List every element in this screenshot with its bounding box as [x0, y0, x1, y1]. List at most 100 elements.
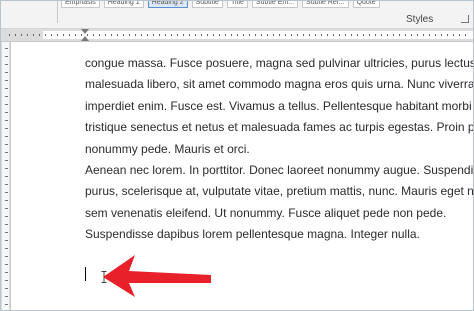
- document-line: purus, scelerisque at, vulputate vitae, …: [85, 184, 474, 199]
- ruler-tick: [69, 34, 70, 36]
- ruler-tick: [5, 200, 8, 201]
- ruler-tick: [309, 34, 310, 36]
- ruler-tick: [45, 34, 46, 36]
- ruler-tick: [5, 304, 8, 305]
- style-gallery-item[interactable]: Emphasis: [61, 1, 100, 8]
- ruler-tick: [291, 34, 292, 36]
- ruler-tick: [5, 248, 8, 249]
- style-gallery-item[interactable]: Subtle Ref...: [302, 1, 349, 8]
- ruler-tick: [159, 34, 160, 36]
- style-gallery-item[interactable]: Subtitle: [191, 1, 223, 8]
- first-line-indent-marker[interactable]: [81, 29, 89, 34]
- ruler-tick: [5, 120, 8, 121]
- ruler-tick: [201, 34, 202, 36]
- style-gallery-item[interactable]: Heading 1: [103, 1, 144, 8]
- ruler-tick: [51, 34, 52, 36]
- hanging-indent-marker[interactable]: [81, 36, 89, 41]
- ruler-tick: [5, 280, 8, 281]
- style-gallery-item[interactable]: Title: [226, 1, 248, 8]
- red-arrow-annotation-icon: [103, 255, 211, 297]
- ruler-tick: [5, 96, 8, 97]
- style-gallery-item[interactable]: Subtle Em...: [251, 1, 299, 8]
- ruler-tick: [351, 34, 352, 36]
- ruler-tick: [75, 34, 76, 36]
- document-body[interactable]: congue massa. Fusce posuere, magna sed p…: [85, 53, 474, 246]
- ruler-tick: [213, 34, 214, 36]
- ruler-tick: [5, 224, 8, 225]
- ruler-tick: [237, 34, 238, 36]
- ruler-tick: [231, 34, 232, 36]
- ruler-tick: [5, 256, 8, 257]
- ruler-tick: [39, 34, 40, 36]
- document-line: malesuada libero, sit amet commodo magna…: [85, 77, 474, 92]
- ruler-tick: [5, 88, 8, 89]
- ruler-tick: [417, 34, 418, 36]
- ruler-tick: [33, 34, 34, 36]
- ruler-tick: [345, 34, 346, 36]
- ruler-tick: [111, 34, 112, 36]
- horizontal-ruler[interactable]: [1, 29, 473, 42]
- ruler-tick: [5, 264, 8, 265]
- vertical-ruler[interactable]: [1, 42, 11, 310]
- ruler-tick: [5, 128, 8, 129]
- ruler-tick: [327, 34, 328, 36]
- ruler-tick: [5, 184, 8, 185]
- ruler-tick: [93, 34, 94, 36]
- ruler-tick: [5, 112, 8, 113]
- ruler-tick: [129, 34, 130, 36]
- ruler-tick: [141, 34, 142, 36]
- ruler-tick: [5, 64, 8, 65]
- ruler-tick: [459, 34, 460, 36]
- ruler-tick: [5, 272, 8, 273]
- ruler-tick: [333, 34, 334, 36]
- ruler-tick: [9, 34, 10, 36]
- ruler-tick: [423, 34, 424, 36]
- style-gallery: Emphasis Heading 1 Heading 2 Subtitle Ti…: [61, 1, 380, 8]
- styles-dialog-launcher-icon[interactable]: [461, 15, 469, 23]
- ruler-tick: [165, 34, 166, 36]
- ruler-tick: [147, 34, 148, 36]
- ruler-tick: [303, 34, 304, 36]
- ruler-tick: [453, 34, 454, 36]
- ruler-tick: [99, 34, 100, 36]
- ruler-tick: [429, 34, 430, 36]
- ruler-tick: [399, 34, 400, 36]
- ruler-tick: [5, 232, 8, 233]
- ruler-tick: [225, 34, 226, 36]
- ruler-tick: [5, 48, 8, 49]
- ruler-tick: [297, 34, 298, 36]
- ruler-tick: [5, 72, 8, 73]
- document-line: congue massa. Fusce posuere, magna sed p…: [85, 56, 474, 70]
- ruler-tick: [57, 34, 58, 36]
- ruler-tick: [117, 34, 118, 36]
- ruler-tick: [255, 34, 256, 36]
- ruler-tick: [375, 34, 376, 36]
- ruler-tick: [219, 34, 220, 36]
- ruler-tick: [123, 34, 124, 36]
- document-line: Suspendisse dapibus lorem pellentesque m…: [85, 227, 420, 242]
- document-line: Aenean nec lorem. In porttitor. Donec la…: [85, 163, 474, 178]
- ruler-tick: [5, 192, 8, 193]
- ruler-tick: [195, 34, 196, 36]
- ruler-tick: [5, 176, 8, 177]
- ruler-tick: [5, 296, 8, 297]
- ruler-tick: [5, 104, 8, 105]
- ruler-tick: [5, 208, 8, 209]
- text-cursor-icon: [85, 267, 86, 281]
- ruler-tick: [273, 34, 274, 36]
- ruler-tick: [5, 152, 8, 153]
- style-gallery-item-selected[interactable]: Heading 2: [147, 1, 188, 8]
- ruler-tick: [5, 144, 8, 145]
- ruler-tick: [405, 34, 406, 36]
- ruler-tick: [171, 34, 172, 36]
- ruler-tick: [441, 34, 442, 36]
- ruler-tick: [315, 34, 316, 36]
- ruler-tick: [177, 34, 178, 36]
- vertical-ruler-area: [2, 42, 9, 310]
- ruler-tick: [357, 34, 358, 36]
- style-gallery-item[interactable]: Quote: [352, 1, 380, 8]
- ruler-tick: [5, 168, 8, 169]
- ruler-tick: [153, 34, 154, 36]
- ribbon-separator: [57, 1, 58, 23]
- ruler-tick: [63, 34, 64, 36]
